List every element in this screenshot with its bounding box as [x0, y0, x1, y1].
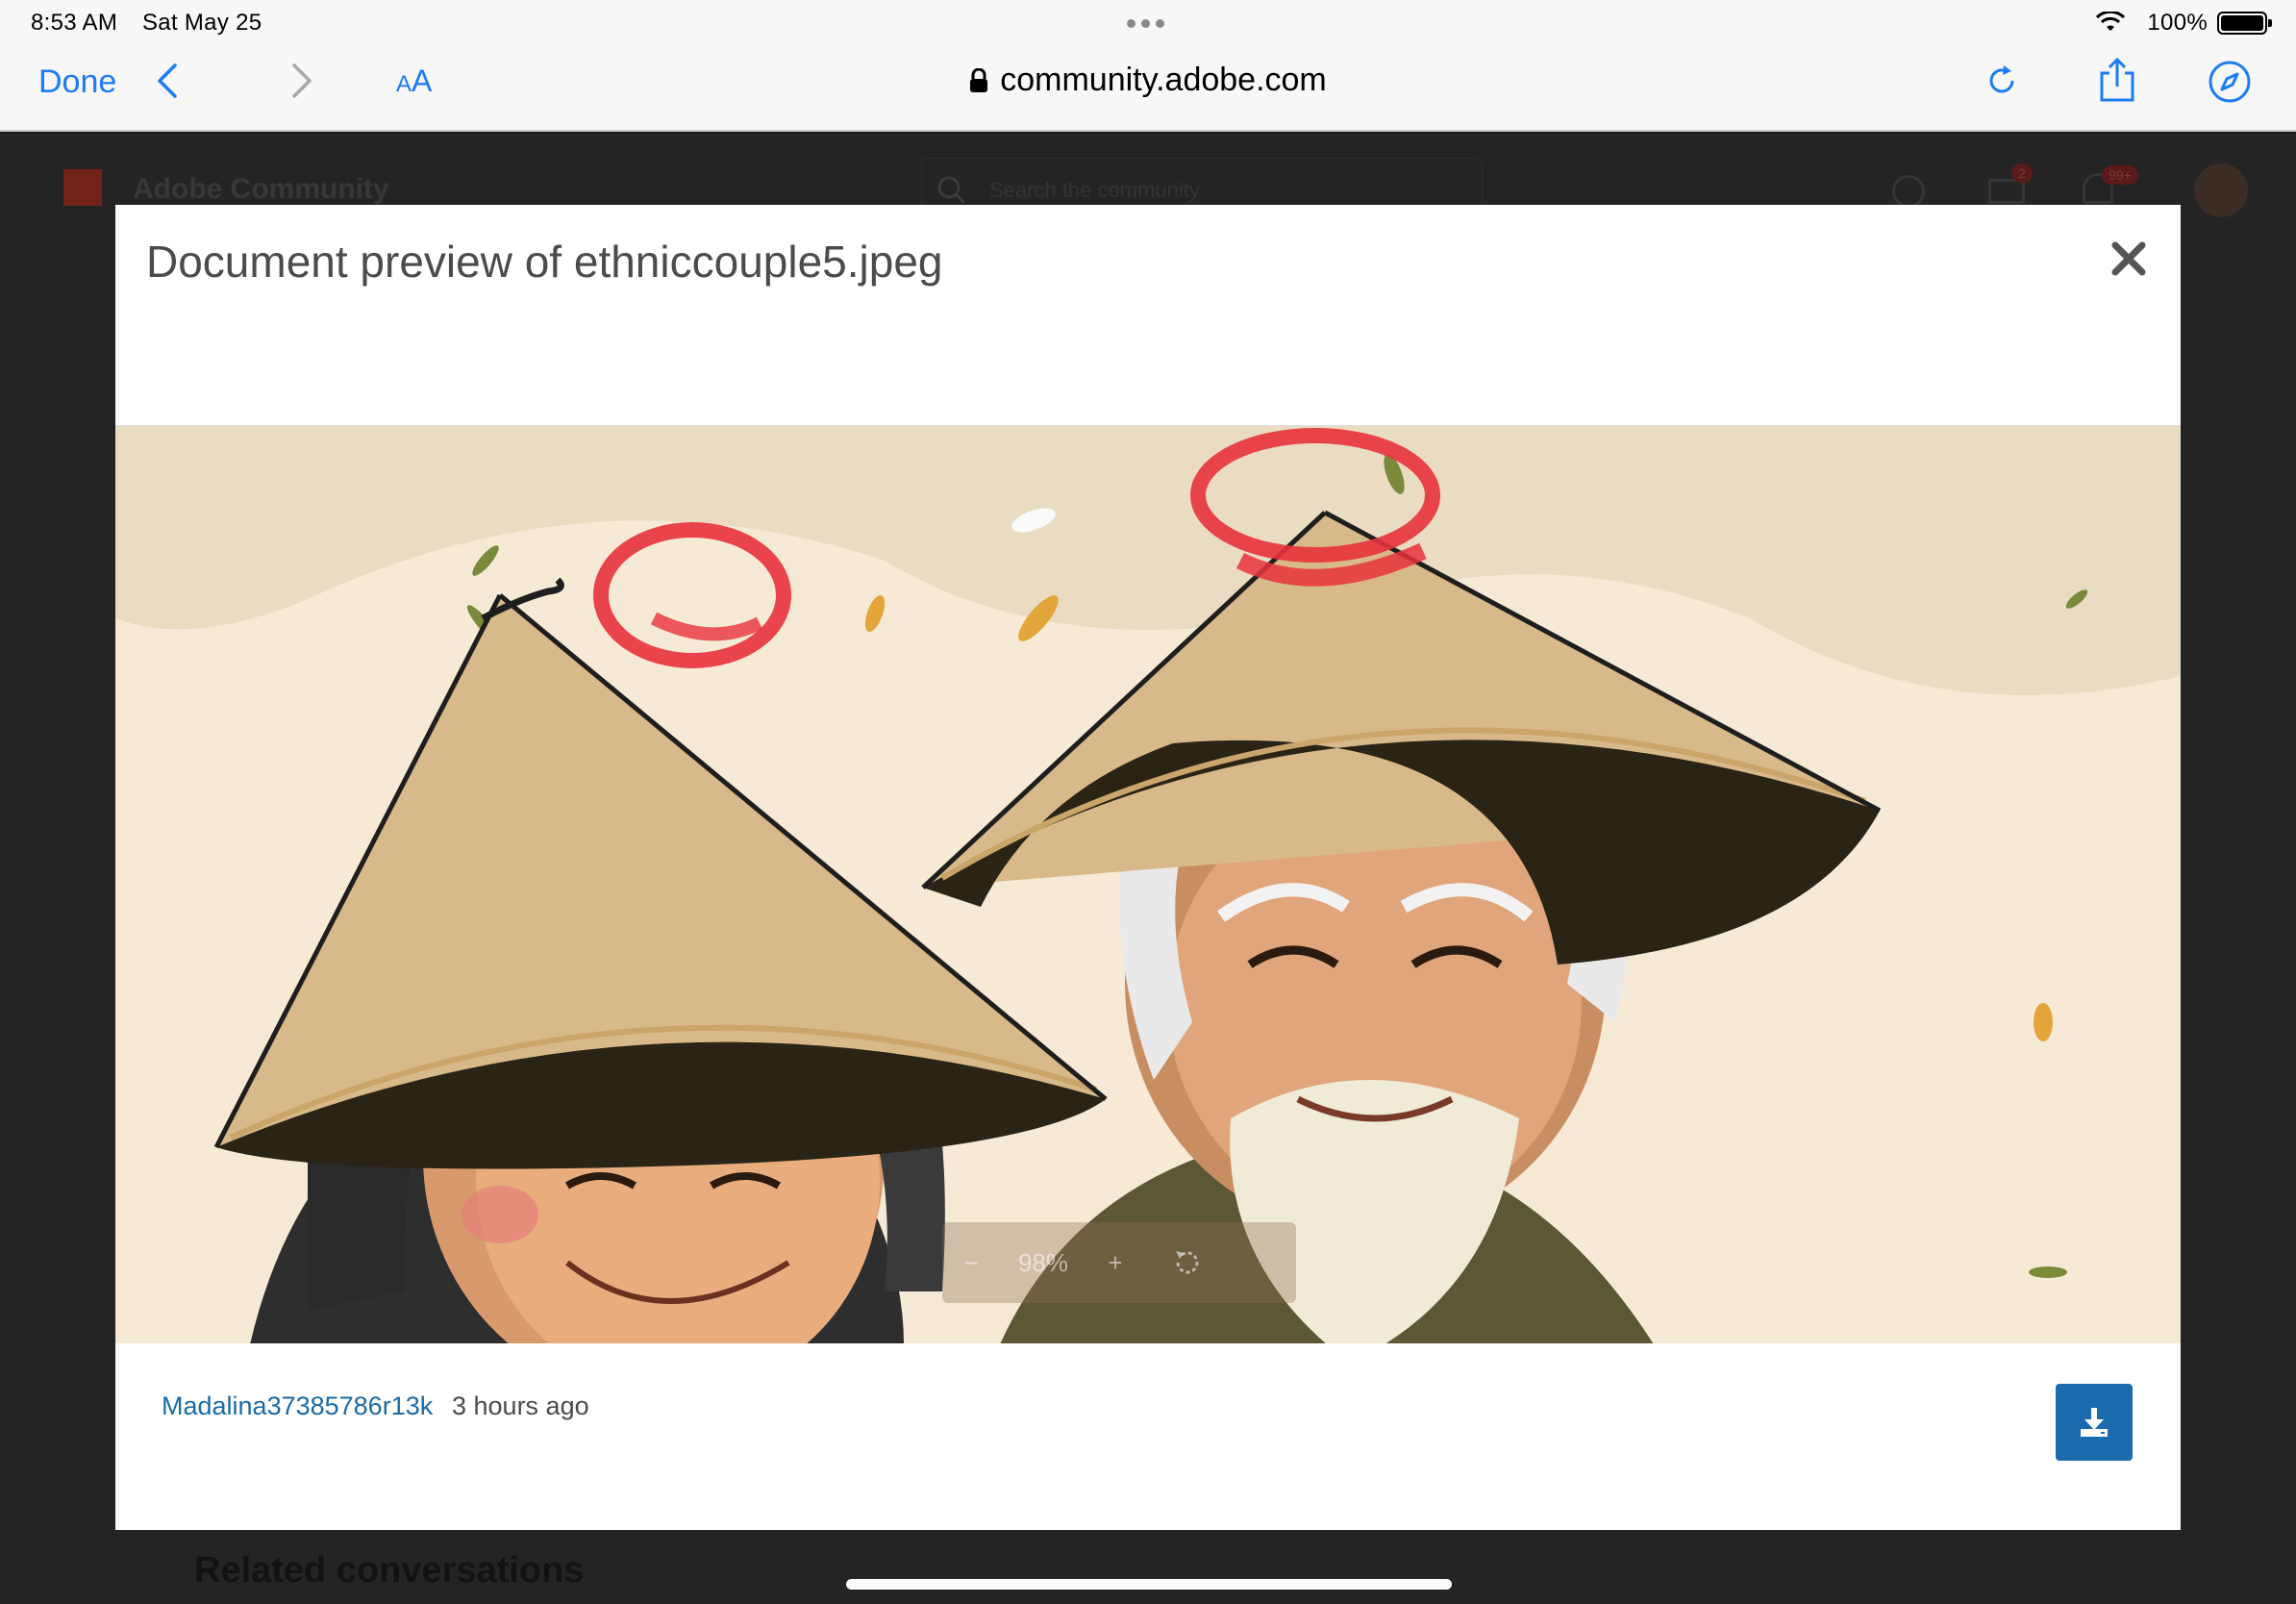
brand-name: Adobe Community	[133, 173, 389, 205]
download-icon	[2081, 1408, 2108, 1437]
couple-illustration	[115, 426, 2181, 1343]
zoom-controls: − 98% +	[942, 1222, 1296, 1303]
safari-toolbar: 8:53 AM Sat May 25 100% Done AA communit…	[0, 0, 2296, 132]
document-preview-modal: Document preview of ethniccouple5.jpeg −…	[115, 205, 2181, 1530]
address-bar: community.adobe.com	[0, 62, 2296, 102]
back-icon[interactable]	[156, 62, 179, 105]
zoom-out-button[interactable]: −	[942, 1248, 1000, 1278]
notification-badge: 99+	[2102, 165, 2138, 185]
timestamp: 3 hours ago	[452, 1391, 589, 1420]
text-size-button[interactable]: AA	[396, 63, 432, 99]
multitasking-dots-icon[interactable]	[1127, 19, 1164, 28]
lock-icon	[970, 67, 988, 92]
zoom-level: 98%	[1017, 1247, 1069, 1277]
text-size-small-letter: A	[396, 71, 412, 97]
status-date: Sat May 25	[142, 10, 262, 36]
related-conversations-heading: Related conversations	[194, 1550, 585, 1591]
home-indicator[interactable]	[846, 1579, 1452, 1590]
globe-icon	[1892, 175, 1925, 208]
modal-footer: Madalina37385786r13k 3 hours ago	[115, 1343, 2181, 1530]
address-bar-content[interactable]: community.adobe.com	[969, 62, 1327, 99]
url-text: community.adobe.com	[1000, 62, 1327, 98]
zoom-in-button[interactable]: +	[1086, 1248, 1144, 1278]
download-button[interactable]	[2056, 1384, 2133, 1461]
done-button[interactable]: Done	[38, 63, 116, 101]
battery-percent: 100%	[2147, 10, 2208, 36]
reload-icon[interactable]	[1984, 63, 2019, 103]
adobe-logo-icon	[63, 169, 102, 206]
compass-icon[interactable]	[2208, 60, 2252, 109]
rotate-icon[interactable]	[1144, 1245, 1231, 1280]
close-icon[interactable]	[2109, 239, 2148, 278]
status-time: 8:53 AM	[31, 10, 118, 36]
modal-title: Document preview of ethniccouple5.jpeg	[146, 237, 943, 287]
search-placeholder: Search the community	[989, 178, 1200, 202]
share-icon[interactable]	[2098, 56, 2136, 109]
forward-icon[interactable]	[290, 62, 313, 105]
image-preview: − 98% +	[115, 425, 2181, 1343]
wifi-icon	[2096, 12, 2125, 31]
text-size-large-letter: A	[412, 63, 433, 98]
author-link[interactable]: Madalina37385786r13k	[162, 1391, 433, 1421]
battery-icon	[2217, 12, 2272, 35]
avatar	[2194, 163, 2248, 217]
mail-badge: 2	[2011, 163, 2033, 183]
